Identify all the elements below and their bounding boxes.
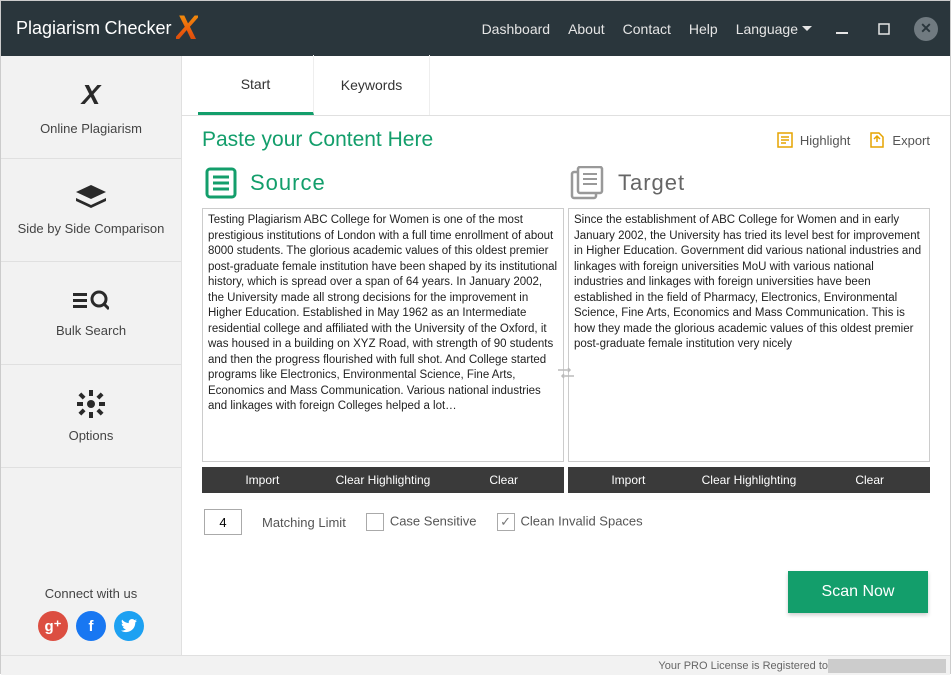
sidebar-item-label: Options	[69, 428, 114, 443]
google-plus-icon[interactable]: g⁺	[38, 611, 68, 641]
chevron-down-icon	[802, 26, 812, 32]
matching-limit-label: Matching Limit	[262, 515, 346, 530]
options-row: Matching Limit Case Sensitive ✓Clean Inv…	[182, 493, 950, 551]
document-icon	[204, 166, 238, 200]
minimize-button[interactable]	[830, 17, 854, 41]
tab-bar: Start Keywords	[182, 56, 950, 116]
x-icon: X	[82, 79, 101, 111]
target-actions: Import Clear Highlighting Clear	[568, 467, 930, 493]
target-clear-highlighting-button[interactable]: Clear Highlighting	[689, 467, 810, 493]
sidebar-item-label: Online Plagiarism	[40, 121, 142, 136]
maximize-button[interactable]	[872, 17, 896, 41]
sidebar-item-side-by-side[interactable]: Side by Side Comparison	[1, 159, 181, 262]
menu-about[interactable]: About	[568, 21, 605, 37]
app-logo: Plagiarism Checker X	[16, 9, 198, 48]
tab-keywords[interactable]: Keywords	[314, 55, 430, 115]
sidebar-item-options[interactable]: Options	[1, 365, 181, 468]
close-button[interactable]: ✕	[914, 17, 938, 41]
target-label: Target	[618, 170, 685, 196]
page-title: Paste your Content Here	[202, 128, 433, 152]
status-bar: Your PRO License is Registered to	[1, 655, 950, 675]
target-textarea[interactable]	[568, 208, 930, 462]
export-icon	[868, 131, 886, 149]
documents-icon	[570, 166, 606, 200]
sidebar-item-bulk-search[interactable]: Bulk Search	[1, 262, 181, 365]
source-clear-highlighting-button[interactable]: Clear Highlighting	[323, 467, 444, 493]
target-panel: Target Import Clear Highlighting Clear	[568, 166, 930, 493]
layers-icon	[76, 185, 106, 211]
matching-limit-input[interactable]	[204, 509, 242, 535]
export-button[interactable]: Export	[868, 131, 930, 149]
content-area: Start Keywords Paste your Content Here H…	[182, 56, 950, 655]
scan-now-button[interactable]: Scan Now	[788, 571, 928, 613]
logo-text-line2: Checker	[104, 18, 171, 38]
menu-help[interactable]: Help	[689, 21, 718, 37]
menu-dashboard[interactable]: Dashboard	[482, 21, 551, 37]
target-import-button[interactable]: Import	[568, 467, 689, 493]
swap-icon[interactable]	[558, 366, 574, 385]
menu-contact[interactable]: Contact	[623, 21, 671, 37]
top-menu: Dashboard About Contact Help Language ✕	[482, 17, 938, 41]
menu-language[interactable]: Language	[736, 21, 812, 37]
tab-start[interactable]: Start	[198, 55, 314, 115]
connect-section: Connect with us g⁺ f	[1, 574, 181, 655]
source-textarea[interactable]	[202, 208, 564, 462]
gear-icon	[77, 390, 105, 418]
twitter-icon[interactable]	[114, 611, 144, 641]
case-sensitive-checkbox[interactable]: Case Sensitive	[366, 513, 477, 531]
registered-name-redacted	[828, 659, 946, 673]
highlight-button[interactable]: Highlight	[776, 131, 851, 149]
logo-text-line1: Plagiarism	[16, 18, 100, 38]
source-actions: Import Clear Highlighting Clear	[202, 467, 564, 493]
logo-x: X	[176, 9, 199, 48]
license-status: Your PRO License is Registered to	[658, 660, 828, 672]
source-import-button[interactable]: Import	[202, 467, 323, 493]
checkbox-checked-icon: ✓	[497, 513, 515, 531]
clean-invalid-checkbox[interactable]: ✓Clean Invalid Spaces	[497, 513, 643, 531]
target-clear-button[interactable]: Clear	[809, 467, 930, 493]
sidebar: X Online Plagiarism Side by Side Compari…	[1, 56, 182, 655]
checkbox-icon	[366, 513, 384, 531]
connect-label: Connect with us	[1, 586, 181, 601]
facebook-icon[interactable]: f	[76, 611, 106, 641]
sidebar-item-label: Bulk Search	[56, 323, 126, 338]
sidebar-item-label: Side by Side Comparison	[18, 221, 165, 236]
highlight-icon	[776, 131, 794, 149]
source-label: Source	[250, 170, 326, 196]
sidebar-item-online-plagiarism[interactable]: X Online Plagiarism	[1, 56, 181, 159]
bulk-search-icon	[73, 289, 109, 313]
source-panel: Source Import Clear Highlighting Clear	[202, 166, 564, 493]
source-clear-button[interactable]: Clear	[443, 467, 564, 493]
titlebar: Plagiarism Checker X Dashboard About Con…	[1, 1, 950, 56]
